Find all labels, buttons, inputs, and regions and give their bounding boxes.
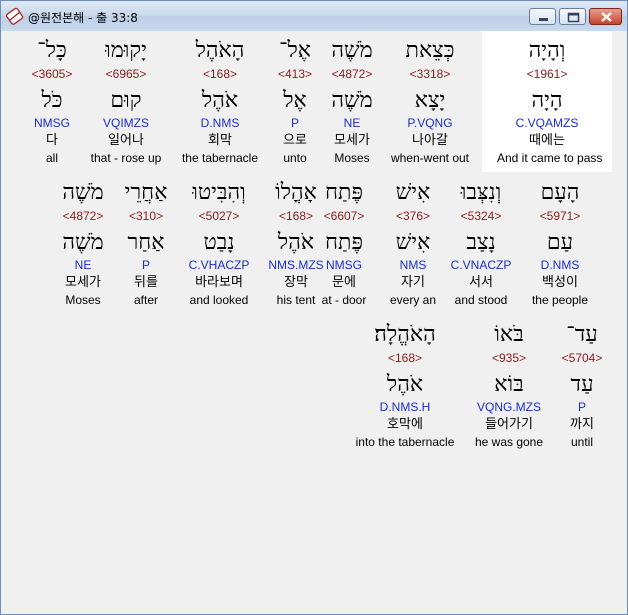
close-button[interactable] <box>589 8 622 25</box>
verse-panel: וְהָיָה <1961> הָיָה C.VQAMZS 때에는 And it… <box>8 31 620 608</box>
maximize-button[interactable] <box>559 8 586 25</box>
hebrew-word: כָּל־ <box>37 38 67 63</box>
word-1-7[interactable]: כָּל־ <3605> כֹּל NMSG 다 all <box>2 35 102 166</box>
korean-gloss: 모세가 <box>65 275 101 290</box>
hebrew-root: כֹּל <box>41 88 63 113</box>
hebrew-root: הָיָה <box>531 88 563 113</box>
minimize-icon <box>539 18 548 21</box>
word-1-1[interactable]: וְהָיָה <1961> הָיָה C.VQAMZS 때에는 And it… <box>497 35 603 166</box>
strong-number[interactable]: <1961> <box>497 66 597 83</box>
word-3-3[interactable]: הָאֹהֱלָה׃ <168> אֹהֶל D.NMS.H 호막에 into … <box>355 319 455 450</box>
morphology-code[interactable]: VQNG.MZS <box>459 399 559 416</box>
maximize-icon <box>567 12 580 23</box>
close-icon <box>601 12 612 22</box>
morphology-code[interactable]: NMSG <box>2 115 102 132</box>
hebrew-word: מֹשֶׁה <box>62 180 104 205</box>
word-1-5[interactable]: הָאֹהֶל <168> אֹהֶל D.NMS 회막 the taberna… <box>170 35 270 166</box>
english-gloss: the tabernacle <box>181 151 259 165</box>
english-gloss: all <box>45 151 58 165</box>
strong-number[interactable]: <935> <box>459 350 559 367</box>
hebrew-root: אֹהֶל <box>201 88 239 113</box>
hebrew-word: בֹּאוֹ <box>494 322 524 347</box>
morphology-code[interactable]: D.NMS <box>170 115 270 132</box>
english-gloss: And it came to pass <box>497 151 603 165</box>
hebrew-word: הָאֹהֶל <box>195 38 245 63</box>
strong-number[interactable]: <168> <box>170 66 270 83</box>
strong-number[interactable]: <4872> <box>33 208 133 225</box>
korean-gloss: 호막에 <box>387 417 423 432</box>
morphology-code[interactable]: D.NMS.H <box>355 399 455 416</box>
word-2-8[interactable]: מֹשֶׁה <4872> מֹשֶׁה NE 모세가 Moses <box>33 177 133 308</box>
hebrew-word: הָאֹהֱלָה׃ <box>374 322 436 347</box>
english-gloss: Moses <box>65 293 101 307</box>
english-gloss: into the tabernacle <box>355 435 455 449</box>
korean-gloss: 다 <box>46 133 58 148</box>
window-title: @원전본해 - 출 33:8 <box>28 11 138 25</box>
hebrew-root: מֹשֶׁה <box>62 230 104 255</box>
bible-app-icon[interactable] <box>5 7 24 25</box>
strong-number[interactable]: <168> <box>355 350 455 367</box>
morphology-code[interactable]: NE <box>33 257 133 274</box>
strong-number[interactable]: <3605> <box>2 66 102 83</box>
hebrew-root: אֹהֶל <box>386 372 424 397</box>
korean-gloss: 들어가기 <box>485 417 533 432</box>
main-window: @원전본해 - 출 33:8 וְהָיָה <1961> הָיָה C.VQ… <box>0 0 628 615</box>
english-gloss: he was gone <box>474 435 544 449</box>
korean-gloss: 회막 <box>208 133 232 148</box>
title-bar[interactable]: @원전본해 - 출 33:8 <box>1 1 627 31</box>
word-3-2[interactable]: בֹּאוֹ <935> בּוֹא VQNG.MZS 들어가기 he was … <box>459 319 559 450</box>
korean-gloss: 때에는 <box>529 133 565 148</box>
hebrew-root: בּוֹא <box>494 372 524 397</box>
hebrew-word: וְהָיָה <box>528 38 566 63</box>
minimize-button[interactable] <box>529 8 556 25</box>
morphology-code[interactable]: C.VQAMZS <box>497 115 597 132</box>
